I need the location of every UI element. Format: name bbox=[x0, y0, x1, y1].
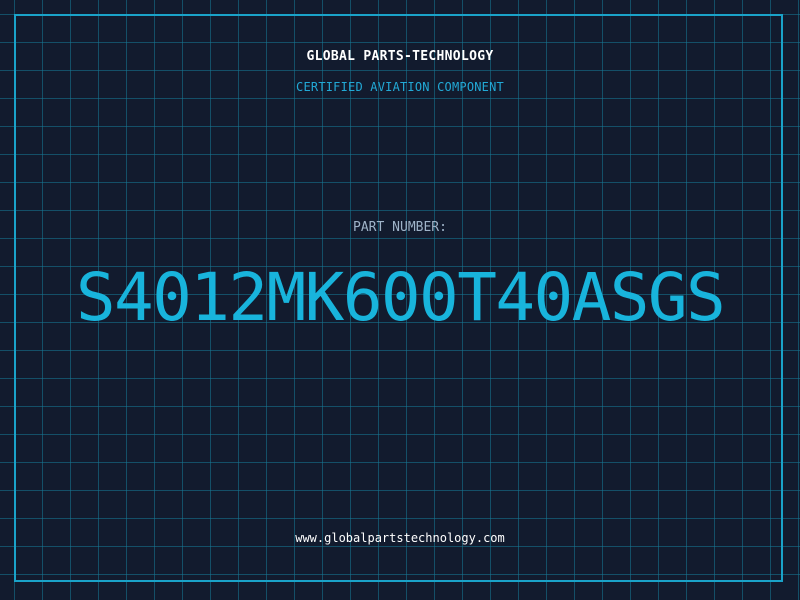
certification-subtitle: CERTIFIED AVIATION COMPONENT bbox=[296, 80, 504, 94]
part-number-value: S4012MK600T40ASGS bbox=[75, 259, 726, 336]
brand-title: GLOBAL PARTS-TECHNOLOGY bbox=[306, 49, 494, 64]
blueprint-canvas: GLOBAL PARTS-TECHNOLOGY CERTIFIED AVIATI… bbox=[0, 0, 800, 600]
part-number-label: PART NUMBER: bbox=[353, 220, 447, 235]
website-url: www.globalpartstechnology.com bbox=[295, 531, 505, 545]
